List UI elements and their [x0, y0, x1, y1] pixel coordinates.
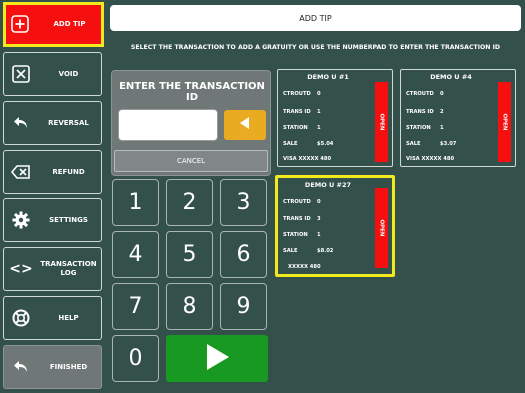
trans-value: 1	[317, 109, 321, 115]
card-title: DEMO U #1	[307, 73, 349, 81]
ctroutd-value: 0	[317, 91, 321, 97]
page-title: ADD TIP	[110, 5, 521, 31]
transaction-card-1[interactable]: DEMO U #1 CTROUTD 0 TRANS ID 1 STATION 1 SA…	[277, 69, 393, 167]
transaction-id-input[interactable]	[118, 109, 218, 141]
trans-label: TRANS ID	[406, 109, 434, 115]
card-row-sale: SALE $8.02	[283, 248, 333, 254]
card-number: XXXXX 480	[288, 264, 321, 270]
transaction-log-button[interactable]: <> TRANSACTION LOG	[3, 247, 102, 291]
status-badge: OPEN	[375, 188, 388, 268]
sale-label: SALE	[406, 141, 421, 147]
keypad-key-3[interactable]: 3	[220, 179, 267, 226]
status-badge: OPEN	[375, 82, 388, 162]
add-tip-icon	[10, 14, 30, 34]
card-number: VISA XXXXX 480	[406, 156, 455, 162]
ctroutd-value: 0	[317, 199, 321, 205]
keypad-key-8[interactable]: 8	[166, 283, 213, 330]
help-label: HELP	[58, 313, 79, 322]
void-button[interactable]: VOID	[3, 52, 102, 96]
card-row-sale: SALE $5.04	[283, 141, 333, 147]
reversal-button[interactable]: REVERSAL	[3, 101, 102, 145]
trans-label: TRANS ID	[283, 109, 311, 115]
status-text: OPEN	[378, 113, 385, 131]
sale-value: $3.07	[440, 141, 457, 147]
ctroutd-value: 0	[440, 91, 444, 97]
sale-label: SALE	[283, 141, 298, 147]
card-row-station: STATION 1	[283, 232, 321, 238]
backspace-button[interactable]	[224, 110, 266, 140]
sale-label: SALE	[283, 248, 298, 254]
card-row-trans: TRANS ID 2	[406, 109, 444, 115]
gear-icon	[11, 210, 31, 230]
void-icon	[11, 64, 31, 84]
sale-value: $8.02	[317, 248, 334, 254]
void-label: VOID	[58, 69, 79, 78]
reversal-icon	[11, 113, 31, 133]
card-row-ctroutd: CTROUTD 0	[283, 199, 321, 205]
keypad-key-7[interactable]: 7	[112, 283, 159, 330]
station-label: STATION	[283, 125, 308, 131]
transaction-card-2[interactable]: DEMO U #4 CTROUTD 0 TRANS ID 2 STATION 1 SA…	[400, 69, 516, 167]
ctroutd-label: CTROUTD	[406, 91, 434, 97]
cancel-button[interactable]: CANCEL	[114, 150, 268, 172]
add-tip-label: ADD TIP	[53, 20, 86, 28]
status-text: OPEN	[501, 113, 508, 131]
status-badge: OPEN	[498, 82, 511, 162]
backspace-icon	[237, 115, 253, 135]
card-row-ctroutd: CTROUTD 0	[283, 91, 321, 97]
trans-value: 3	[317, 216, 321, 222]
add-tip-button[interactable]: ADD TIP	[3, 2, 104, 47]
transaction-id-panel: ENTER THE TRANSACTION ID CANCEL	[111, 70, 271, 176]
transaction-card-3[interactable]: DEMO U #27 CTROUTD 0 TRANS ID 3 STATION 1 S…	[275, 175, 395, 277]
keypad-key-5[interactable]: 5	[166, 231, 213, 278]
station-label: STATION	[406, 125, 431, 131]
reversal-label: REVERSAL	[48, 118, 89, 127]
card-title: DEMO U #4	[430, 73, 472, 81]
finished-icon	[11, 357, 31, 377]
settings-button[interactable]: SETTINGS	[3, 198, 102, 242]
status-text: OPEN	[378, 219, 385, 237]
card-row-trans: TRANS ID 3	[283, 216, 321, 222]
station-value: 1	[440, 125, 444, 131]
station-value: 1	[317, 125, 321, 131]
finished-button[interactable]: FINISHED	[3, 345, 102, 389]
play-icon	[203, 342, 231, 376]
refund-label: REFUND	[52, 167, 85, 176]
card-row-station: STATION 1	[406, 125, 444, 131]
help-button[interactable]: HELP	[3, 296, 102, 340]
station-value: 1	[317, 232, 321, 238]
entry-title: ENTER THE TRANSACTION ID	[119, 81, 265, 103]
ctroutd-label: CTROUTD	[283, 91, 311, 97]
code-icon: <>	[9, 261, 33, 277]
keypad-key-0[interactable]: 0	[112, 335, 159, 382]
finished-label: FINISHED	[49, 362, 88, 371]
keypad-key-9[interactable]: 9	[220, 283, 267, 330]
refund-button[interactable]: REFUND	[3, 150, 102, 194]
trans-label: TRANS ID	[283, 216, 311, 222]
enter-button[interactable]	[166, 335, 268, 382]
card-title: DEMO U #27	[304, 181, 352, 189]
sale-value: $5.04	[317, 141, 334, 147]
keypad-key-4[interactable]: 4	[112, 231, 159, 278]
card-row-station: STATION 1	[283, 125, 321, 131]
instruction-text: SELECT THE TRANSACTION TO ADD A GRATUITY…	[130, 44, 501, 51]
card-number: VISA XXXXX 480	[283, 156, 332, 162]
transaction-log-label: TRANSACTION LOG	[40, 260, 97, 277]
ctroutd-label: CTROUTD	[283, 199, 311, 205]
keypad-key-2[interactable]: 2	[166, 179, 213, 226]
station-label: STATION	[283, 232, 308, 238]
card-row-sale: SALE $3.07	[406, 141, 456, 147]
lifebuoy-icon	[11, 308, 31, 328]
refund-icon	[11, 162, 31, 182]
card-row-trans: TRANS ID 1	[283, 109, 321, 115]
card-row-ctroutd: CTROUTD 0	[406, 91, 444, 97]
settings-label: SETTINGS	[49, 215, 88, 224]
keypad-key-6[interactable]: 6	[220, 231, 267, 278]
keypad-key-1[interactable]: 1	[112, 179, 159, 226]
trans-value: 2	[440, 109, 444, 115]
